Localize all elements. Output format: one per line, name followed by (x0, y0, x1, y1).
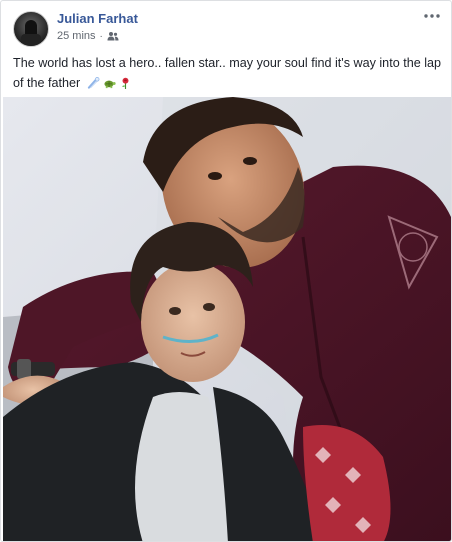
avatar[interactable] (13, 11, 49, 47)
post-photo[interactable] (3, 97, 451, 541)
rose-emoji (121, 77, 129, 90)
post-message: The world has lost a hero.. fallen star.… (13, 53, 441, 93)
photo-two-people (3, 97, 451, 541)
ellipsis-icon[interactable] (421, 7, 443, 25)
author-name[interactable]: Julian Farhat (57, 11, 138, 26)
avatar-figure-body (21, 34, 41, 46)
post-header: Julian Farhat 25 mins · (1, 1, 451, 49)
post-message-text: The world has lost a hero.. fallen star.… (13, 56, 442, 90)
shooting-star-emoji (87, 77, 100, 89)
facebook-post: Julian Farhat 25 mins · The world has lo… (0, 0, 452, 542)
post-emojis (87, 76, 132, 90)
meta-separator: · (99, 30, 103, 42)
friends-icon[interactable] (107, 31, 119, 41)
post-meta: 25 mins · (57, 30, 119, 42)
turtle-emoji (104, 80, 116, 89)
post-timestamp[interactable]: 25 mins (57, 30, 96, 42)
